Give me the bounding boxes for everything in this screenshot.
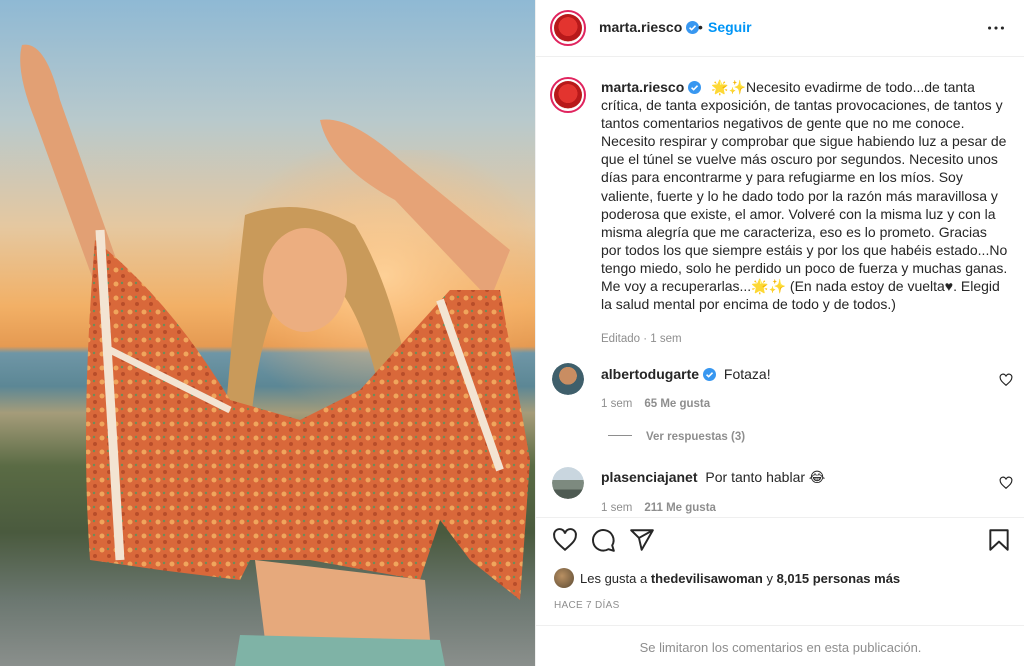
comment-username[interactable]: plasenciajanet bbox=[601, 469, 698, 485]
likes-middle: y bbox=[766, 571, 773, 586]
heart-icon[interactable] bbox=[552, 527, 578, 553]
verified-badge-icon bbox=[703, 368, 717, 381]
comment-text: plasenciajanet Por tanto hablar 😂 bbox=[601, 469, 825, 486]
more-horizontal-icon[interactable] bbox=[985, 17, 1007, 39]
comments-area[interactable]: marta.riesco 🌟✨Necesito evadirme de todo… bbox=[536, 57, 1024, 517]
comment-meta: 1 sem 65 Me gusta bbox=[601, 398, 710, 410]
likes-summary: Les gusta a thedevilisawoman y 8,015 per… bbox=[554, 568, 900, 588]
post-side-panel: marta.riesco • Seguir marta.riesco 🌟✨Nec… bbox=[535, 0, 1024, 666]
comment-time: 1 sem bbox=[601, 398, 633, 410]
caption-edited: Editado · 1 sem bbox=[601, 333, 682, 346]
comment-username[interactable]: albertodugarte bbox=[601, 366, 699, 382]
liker-avatar[interactable] bbox=[554, 568, 574, 588]
view-replies-button[interactable]: Ver respuestas (3) bbox=[608, 431, 745, 443]
comment-item: albertodugarte Fotaza! 1 sem 65 Me gusta … bbox=[536, 360, 1024, 443]
replies-divider bbox=[608, 435, 632, 436]
share-icon[interactable] bbox=[629, 527, 655, 553]
comment-meta: 1 sem 211 Me gusta bbox=[601, 502, 716, 514]
comment-likes[interactable]: 211 Me gusta bbox=[644, 502, 716, 514]
comment-like-heart-icon[interactable] bbox=[999, 373, 1013, 387]
likes-count[interactable]: 8,015 personas más bbox=[777, 571, 901, 586]
comment-like-heart-icon[interactable] bbox=[999, 476, 1013, 490]
follow-button[interactable]: Seguir bbox=[708, 19, 752, 35]
post-date[interactable]: HACE 7 DÍAS bbox=[554, 600, 620, 611]
view-replies-label[interactable]: Ver respuestas (3) bbox=[646, 431, 745, 443]
post-photo-illustration bbox=[20, 44, 535, 666]
caption-username[interactable]: marta.riesco bbox=[601, 79, 684, 95]
post-actions: Les gusta a thedevilisawoman y 8,015 per… bbox=[536, 517, 1024, 666]
comment-time: 1 sem bbox=[601, 502, 633, 514]
caption-body: Necesito evadirme de todo...de tanta crí… bbox=[601, 79, 1008, 313]
caption-prefix-emoji: 🌟✨ bbox=[711, 79, 747, 95]
commenter-avatar[interactable] bbox=[552, 363, 584, 395]
bookmark-icon[interactable] bbox=[986, 527, 1012, 553]
comment-text: albertodugarte Fotaza! bbox=[601, 366, 771, 382]
commenter-avatar[interactable] bbox=[552, 467, 584, 499]
comment-body: Por tanto hablar 😂 bbox=[705, 469, 826, 485]
caption-author-avatar[interactable] bbox=[550, 77, 586, 113]
header-separator: • bbox=[698, 19, 703, 35]
comment-item: plasenciajanet Por tanto hablar 😂 1 sem 2… bbox=[536, 465, 1024, 515]
liker-username[interactable]: thedevilisawoman bbox=[651, 571, 763, 586]
comment-body: Fotaza! bbox=[723, 366, 771, 382]
post-header: marta.riesco • Seguir bbox=[536, 0, 1024, 57]
comment-likes[interactable]: 65 Me gusta bbox=[644, 398, 710, 410]
comment-icon[interactable] bbox=[590, 527, 616, 553]
author-username[interactable]: marta.riesco bbox=[599, 19, 700, 35]
author-username-text[interactable]: marta.riesco bbox=[599, 19, 682, 35]
author-avatar[interactable] bbox=[550, 10, 586, 46]
comments-limited-notice: Se limitaron los comentarios en esta pub… bbox=[536, 625, 1024, 666]
post-photo bbox=[0, 0, 535, 666]
verified-badge-icon bbox=[688, 81, 702, 94]
post-caption: marta.riesco 🌟✨Necesito evadirme de todo… bbox=[601, 78, 1011, 348]
likes-prefix: Les gusta a bbox=[580, 571, 648, 586]
